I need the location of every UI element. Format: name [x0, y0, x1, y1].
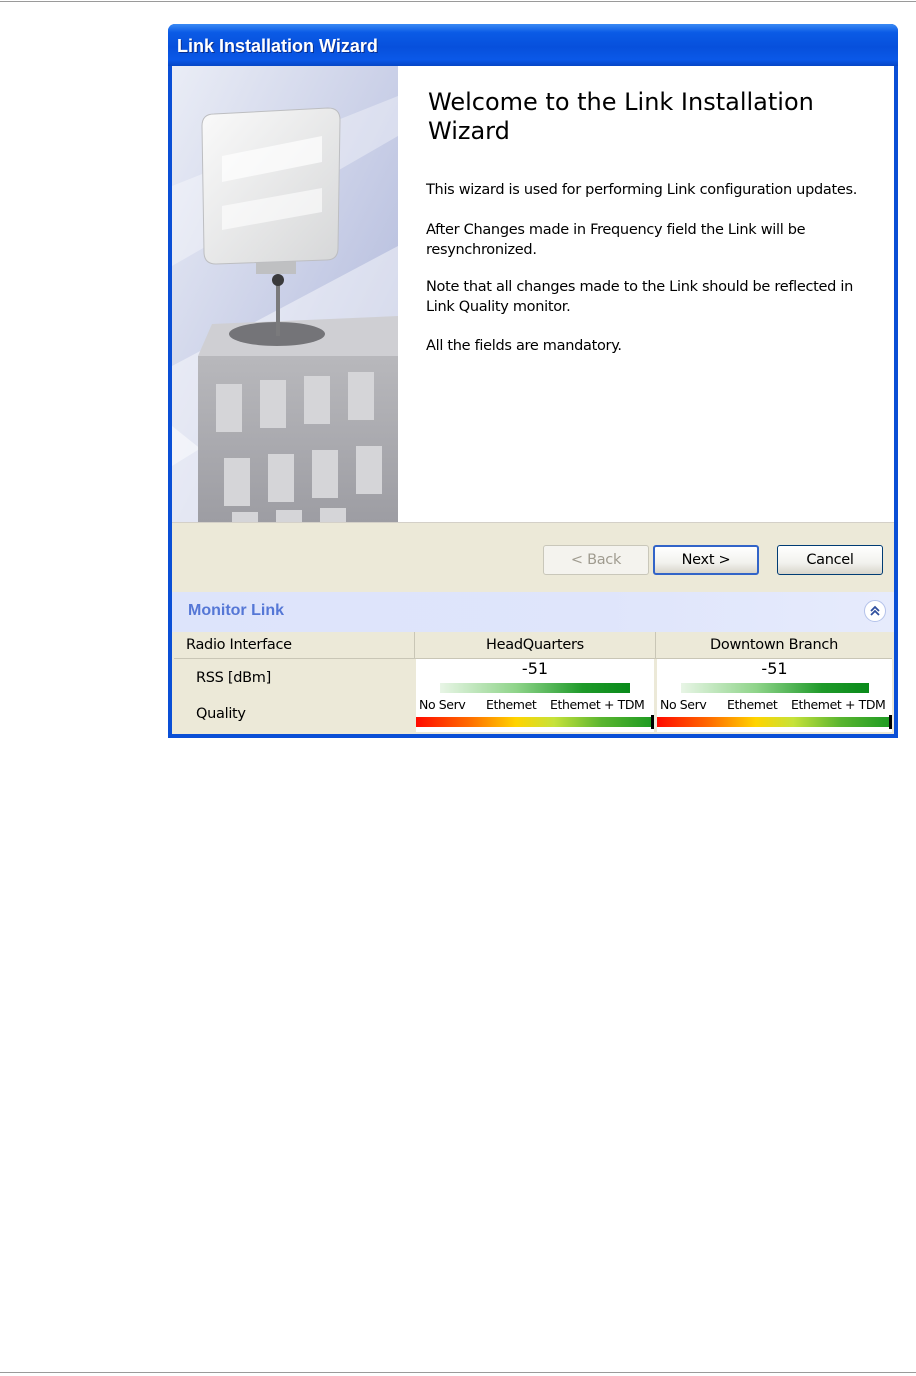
site-b-quality-labels: No Serv Ethemet Ethemet + TDM: [657, 697, 892, 713]
intro-paragraph: This wizard is used for performing Link …: [426, 182, 858, 198]
page-top-rule: [0, 1, 916, 2]
quality-label-ethernet: Ethemet: [486, 697, 537, 712]
cancel-button[interactable]: Cancel: [777, 545, 883, 575]
site-a-cell: -51 No Serv Ethemet Ethemet + TDM: [416, 659, 654, 732]
page-bottom-rule: [0, 1372, 916, 1373]
title-bar[interactable]: Link Installation Wizard: [168, 24, 898, 66]
monitor-link-grid: Radio Interface HeadQuarters Downtown Br…: [174, 632, 892, 732]
column-header-radio-interface: Radio Interface: [186, 637, 292, 653]
back-button[interactable]: < Back: [543, 545, 649, 575]
quality-label-ethernet-tdm: Ethemet + TDM: [791, 697, 886, 712]
wizard-window: Link Installation Wizard Welcome to the …: [168, 24, 898, 738]
site-a-rss-bar: [439, 683, 631, 693]
row-label-rss: RSS [dBm]: [196, 670, 271, 686]
column-header-site-a: HeadQuarters: [414, 632, 655, 658]
grid-header-row: Radio Interface HeadQuarters Downtown Br…: [174, 632, 892, 659]
wizard-client-area: Welcome to the Link Installation Wizard …: [172, 66, 894, 734]
mandatory-paragraph: All the fields are mandatory.: [426, 338, 622, 354]
wizard-button-bar: < Back Next > Cancel: [172, 522, 894, 593]
row-label-quality: Quality: [196, 706, 246, 722]
next-button[interactable]: Next >: [653, 545, 759, 575]
quality-label-ethernet-tdm: Ethemet + TDM: [550, 697, 645, 712]
site-b-quality-bar: [657, 717, 892, 727]
window-title: Link Installation Wizard: [177, 36, 378, 56]
quality-label-no-service: No Serv: [660, 697, 707, 712]
note-paragraph: Note that all changes made to the Link s…: [426, 279, 853, 315]
monitor-link-title: Monitor Link: [188, 602, 284, 619]
welcome-panel: Welcome to the Link Installation Wizard …: [398, 66, 894, 522]
site-a-quality-labels: No Serv Ethemet Ethemet + TDM: [416, 697, 654, 713]
monitor-link-header[interactable]: Monitor Link: [172, 592, 894, 632]
site-a-quality-marker: [651, 715, 654, 729]
double-chevron-up-icon[interactable]: [864, 600, 886, 622]
site-b-rss-bar: [680, 683, 869, 693]
antenna-building-illustration: [172, 66, 398, 522]
quality-label-ethernet: Ethemet: [727, 697, 778, 712]
site-a-quality-bar: [416, 717, 654, 727]
site-b-cell: -51 No Serv Ethemet Ethemet + TDM: [657, 659, 892, 732]
welcome-heading: Welcome to the Link Installation Wizard: [428, 88, 814, 145]
resync-paragraph: After Changes made in Frequency field th…: [426, 222, 806, 258]
site-b-quality-marker: [889, 715, 892, 729]
quality-label-no-service: No Serv: [419, 697, 466, 712]
site-b-rss-value: -51: [761, 659, 788, 678]
site-a-rss-value: -51: [521, 659, 549, 678]
column-header-site-b: Downtown Branch: [655, 632, 892, 658]
